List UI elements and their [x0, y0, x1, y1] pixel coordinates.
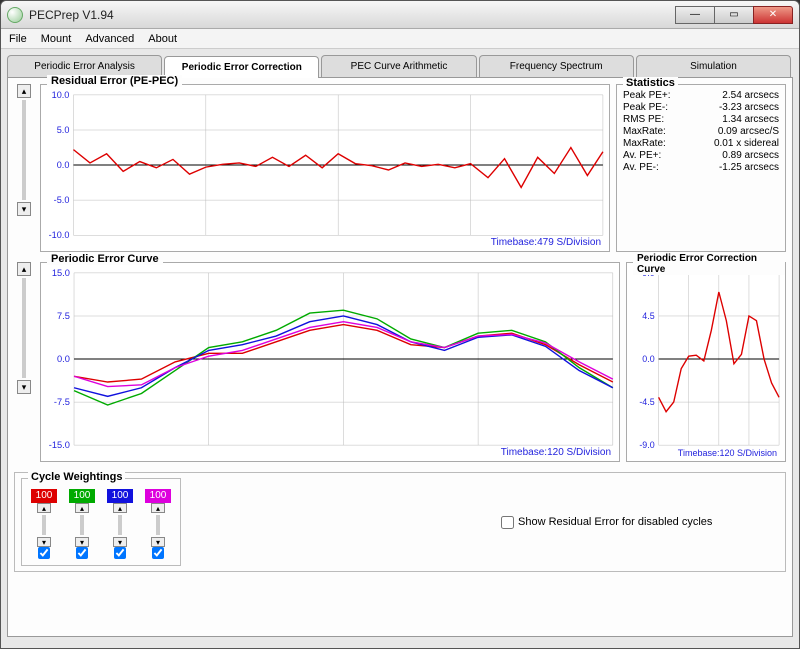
show-residual-label: Show Residual Error for disabled cycles [518, 516, 712, 528]
cycle-weightings-box: Cycle Weightings 100▴▾100▴▾100▴▾100▴▾ [21, 478, 181, 566]
weight-enable-checkbox[interactable] [76, 547, 88, 559]
statistics-box: Statistics Peak PE+:2.54 arcsecsPeak PE-… [616, 84, 786, 252]
cycle-weightings-title: Cycle Weightings [28, 471, 125, 483]
weight-enable-checkbox[interactable] [114, 547, 126, 559]
svg-text:-10.0: -10.0 [49, 230, 70, 240]
residual-chart: Residual Error (PE-PEC) 10.05.00.0-5.0-1… [40, 84, 610, 252]
menubar: File Mount Advanced About [1, 29, 799, 49]
pecorr-chart: Periodic Error Correction Curve 9.04.50.… [626, 262, 786, 462]
svg-text:-15.0: -15.0 [49, 440, 70, 450]
weight-value: 100 [107, 489, 133, 503]
show-residual-checkbox[interactable]: Show Residual Error for disabled cycles [501, 516, 712, 529]
close-button[interactable]: ✕ [753, 6, 793, 24]
stat-row: Av. PE+:0.89 arcsecs [623, 150, 779, 161]
scroll-up-icon[interactable]: ▴ [17, 84, 31, 98]
titlebar: PECPrep V1.94 — ▭ ✕ [1, 1, 799, 29]
svg-text:0.0: 0.0 [57, 160, 70, 170]
pecurve-vscroll[interactable]: ▴ ▾ [14, 262, 34, 462]
weight-down-button[interactable]: ▾ [113, 537, 127, 547]
weight-up-button[interactable]: ▴ [113, 503, 127, 513]
stat-row: MaxRate:0.09 arcsec/S [623, 126, 779, 137]
weight-down-button[interactable]: ▾ [151, 537, 165, 547]
weight-value: 100 [31, 489, 57, 503]
svg-text:-7.5: -7.5 [54, 397, 70, 407]
svg-text:-5.0: -5.0 [54, 195, 70, 205]
stat-row: MaxRate:0.01 x sidereal [623, 138, 779, 149]
app-icon [7, 7, 23, 23]
tab-spectrum[interactable]: Frequency Spectrum [479, 55, 634, 77]
minimize-button[interactable]: — [675, 6, 715, 24]
svg-text:4.5: 4.5 [642, 311, 654, 321]
svg-text:0.0: 0.0 [642, 354, 654, 364]
scroll-down-icon[interactable]: ▾ [17, 380, 31, 394]
tab-panel: ▴ ▾ Residual Error (PE-PEC) 10.0 5.0 0.0 -5… [7, 77, 793, 637]
tab-simulation[interactable]: Simulation [636, 55, 791, 77]
weight-up-button[interactable]: ▴ [75, 503, 89, 513]
pecorr-timebase: Timebase:120 S/Division [678, 448, 777, 458]
weight-up-button[interactable]: ▴ [37, 503, 51, 513]
residual-title: Residual Error (PE-PEC) [47, 75, 182, 87]
weight-enable-checkbox[interactable] [38, 547, 50, 559]
menu-file[interactable]: File [9, 33, 27, 45]
svg-text:-4.5: -4.5 [639, 397, 654, 407]
show-residual-input[interactable] [501, 516, 514, 529]
svg-text:5.0: 5.0 [57, 125, 70, 135]
menu-about[interactable]: About [148, 33, 177, 45]
pecorr-title: Periodic Error Correction Curve [633, 253, 785, 275]
maximize-button[interactable]: ▭ [714, 6, 754, 24]
residual-timebase: Timebase:479 S/Division [491, 237, 601, 248]
residual-vscroll[interactable]: ▴ ▾ [14, 84, 34, 252]
tab-correction[interactable]: Periodic Error Correction [164, 56, 319, 78]
weight-enable-checkbox[interactable] [152, 547, 164, 559]
statistics-title: Statistics [623, 77, 678, 89]
stat-row: Peak PE-:-3.23 arcsecs [623, 102, 779, 113]
weight-col-2: 100▴ ▾ [106, 489, 134, 559]
tab-arithmetic[interactable]: PEC Curve Arithmetic [321, 55, 476, 77]
pecurve-title: Periodic Error Curve [47, 253, 163, 265]
scroll-up-icon[interactable]: ▴ [17, 262, 31, 276]
tabstrip: Periodic Error Analysis Periodic Error C… [7, 55, 793, 77]
weight-value: 100 [145, 489, 171, 503]
weight-value: 100 [69, 489, 95, 503]
svg-text:10.0: 10.0 [52, 90, 70, 100]
weight-up-button[interactable]: ▴ [151, 503, 165, 513]
menu-advanced[interactable]: Advanced [85, 33, 134, 45]
app-window: PECPrep V1.94 — ▭ ✕ File Mount Advanced … [0, 0, 800, 649]
weight-down-button[interactable]: ▾ [75, 537, 89, 547]
svg-text:0.0: 0.0 [57, 354, 70, 364]
stat-row: RMS PE:1.34 arcsecs [623, 114, 779, 125]
stat-row: Peak PE+:2.54 arcsecs [623, 90, 779, 101]
menu-mount[interactable]: Mount [41, 33, 72, 45]
tab-analysis[interactable]: Periodic Error Analysis [7, 55, 162, 77]
svg-text:15.0: 15.0 [52, 268, 70, 278]
scroll-down-icon[interactable]: ▾ [17, 202, 31, 216]
svg-text:-9.0: -9.0 [639, 440, 654, 450]
svg-text:7.5: 7.5 [57, 311, 70, 321]
window-title: PECPrep V1.94 [29, 8, 676, 22]
weight-col-0: 100▴ ▾ [30, 489, 58, 559]
pecurve-timebase: Timebase:120 S/Division [501, 447, 611, 458]
pecurve-chart: Periodic Error Curve 15.07.50.0-7.5-15.0… [40, 262, 620, 462]
weight-down-button[interactable]: ▾ [37, 537, 51, 547]
stat-row: Av. PE-:-1.25 arcsecs [623, 162, 779, 173]
weight-col-1: 100▴ ▾ [68, 489, 96, 559]
weight-col-3: 100▴ ▾ [144, 489, 172, 559]
content-area: Periodic Error Analysis Periodic Error C… [1, 49, 799, 648]
